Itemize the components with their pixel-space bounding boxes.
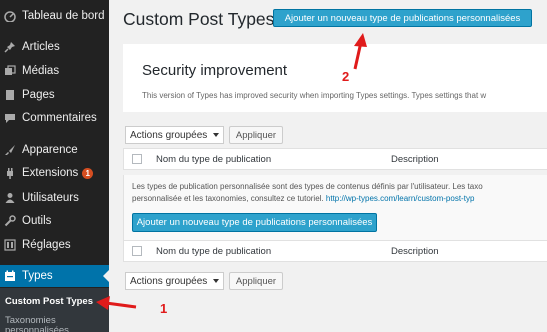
menu-label: Pages — [22, 89, 55, 101]
annotation-number-1: 1 — [160, 301, 168, 316]
menu-item-types[interactable]: Types — [0, 265, 109, 287]
update-count-badge: 1 — [82, 167, 94, 179]
table-header-bottom: Nom du type de publication Description — [123, 240, 547, 262]
select-value: Actions groupées — [130, 129, 208, 141]
wrench-icon — [4, 215, 16, 227]
menu-label: Apparence — [22, 144, 78, 156]
menu-label: Médias — [22, 65, 60, 77]
menu-item-outils[interactable]: Outils — [0, 209, 109, 233]
menu-item-medias[interactable]: Médias — [0, 59, 109, 83]
menu-item-dashboard[interactable]: Tableau de bord — [0, 4, 109, 28]
submenu-item-custom-post-types[interactable]: Custom Post Types — [5, 296, 93, 307]
apply-button-bottom[interactable]: Appliquer — [229, 272, 283, 290]
empty-message-line1: Les types de publication personnalisée s… — [132, 182, 483, 191]
plugin-icon — [4, 167, 16, 179]
column-header-description: Description — [391, 246, 439, 257]
column-header-name[interactable]: Nom du type de publication — [156, 246, 271, 257]
empty-table-row: Les types de publication personnalisée s… — [123, 175, 547, 240]
admin-sidebar: Tableau de bord Articles Médias Pages Co… — [0, 0, 109, 332]
empty-message-line2: personnalisée et les taxonomies, consult… — [132, 194, 326, 203]
notice-title: Security improvement — [142, 62, 288, 79]
menu-item-reglages[interactable]: Réglages — [0, 233, 109, 257]
menu-label: Outils — [22, 215, 52, 227]
media-icon — [4, 65, 16, 77]
apply-button-top[interactable]: Appliquer — [229, 126, 283, 144]
notice-text: This version of Types has improved secur… — [142, 91, 487, 100]
submenu-item-taxonomies[interactable]: Taxonomies personnalisées — [5, 316, 109, 332]
settings-icon — [4, 239, 16, 251]
select-value: Actions groupées — [130, 275, 208, 287]
main-content: Custom Post Types Ajouter un nouveau typ… — [109, 0, 547, 332]
security-notice: Security improvement This version of Typ… — [123, 44, 547, 112]
menu-label: Réglages — [22, 239, 71, 251]
menu-item-utilisateurs[interactable]: Utilisateurs — [0, 186, 109, 210]
page-icon — [4, 89, 16, 101]
bulk-actions-select-top[interactable]: Actions groupées — [125, 126, 224, 144]
select-all-checkbox[interactable] — [132, 246, 142, 256]
dashboard-icon — [4, 10, 16, 22]
menu-item-apparence[interactable]: Apparence — [0, 138, 109, 162]
menu-label: Utilisateurs — [22, 192, 79, 204]
page-title: Custom Post Types — [123, 9, 275, 29]
select-all-checkbox[interactable] — [132, 154, 142, 164]
column-header-description: Description — [391, 154, 439, 165]
menu-label: Extensions — [22, 167, 79, 179]
menu-item-pages[interactable]: Pages — [0, 83, 109, 107]
pin-icon — [4, 41, 16, 53]
menu-item-commentaires[interactable]: Commentaires — [0, 106, 109, 130]
menu-label: Tableau de bord — [22, 10, 105, 22]
empty-message: Les types de publication personnalisée s… — [132, 181, 547, 205]
add-post-type-button[interactable]: Ajouter un nouveau type de publications … — [273, 9, 532, 27]
column-header-name[interactable]: Nom du type de publication — [156, 154, 271, 165]
tutorial-link[interactable]: http://wp-types.com/learn/custom-post-ty… — [326, 194, 475, 203]
table-header-top: Nom du type de publication Description — [123, 148, 547, 170]
menu-item-articles[interactable]: Articles — [0, 35, 109, 59]
menu-label: Commentaires — [22, 112, 97, 124]
chevron-down-icon — [213, 133, 219, 137]
comment-icon — [4, 112, 16, 124]
menu-label: Types — [22, 270, 53, 282]
bulk-actions-select-bottom[interactable]: Actions groupées — [125, 272, 224, 290]
types-submenu: Custom Post Types Taxonomies personnalis… — [0, 288, 109, 332]
add-post-type-inline-button[interactable]: Ajouter un nouveau type de publications … — [132, 213, 377, 232]
chevron-down-icon — [213, 279, 219, 283]
menu-label: Articles — [22, 41, 60, 53]
types-icon — [4, 270, 16, 282]
users-icon — [4, 192, 16, 204]
annotation-number-2: 2 — [342, 69, 350, 84]
brush-icon — [4, 144, 16, 156]
menu-item-extensions[interactable]: Extensions 1 — [0, 161, 109, 185]
